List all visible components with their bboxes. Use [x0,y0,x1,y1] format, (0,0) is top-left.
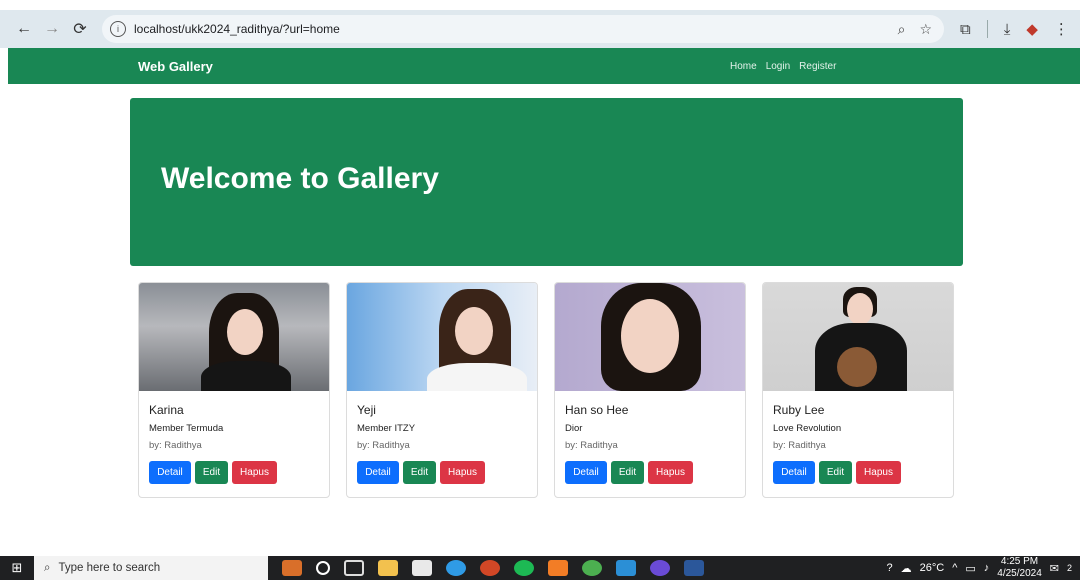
card-image [763,283,953,391]
delete-button[interactable]: Hapus [232,461,277,484]
detail-button[interactable]: Detail [357,461,399,484]
card-author: by: Radithya [773,440,826,451]
edge-icon[interactable] [446,560,466,576]
search-icon: ⌕ [44,561,51,574]
card-image [347,283,537,391]
network-icon[interactable]: ▭ [965,562,975,575]
image-face-shape [621,299,679,373]
edit-button[interactable]: Edit [195,461,228,484]
help-icon[interactable]: ? [886,562,892,574]
site-navbar: Web Gallery Home Login Register [8,48,1080,84]
forward-icon[interactable]: → [38,15,66,43]
windows-taskbar: ⊞ ⌕ Type here to search ? ☁ 26°C ^ ▭ ♪ 4… [0,556,1080,580]
spotify-icon[interactable] [514,560,534,576]
file-explorer-icon[interactable] [378,560,398,576]
windows-start-icon[interactable]: ⊞ [0,556,34,580]
back-icon[interactable]: ← [10,15,38,43]
word-icon[interactable] [684,560,704,576]
weather-icon[interactable]: ☁ [901,562,912,575]
edit-button[interactable]: Edit [611,461,644,484]
store-icon[interactable] [412,560,432,576]
detail-button[interactable]: Detail [149,461,191,484]
widget-icon[interactable] [282,560,302,576]
delete-button[interactable]: Hapus [856,461,901,484]
bookmark-star-icon[interactable]: ☆ [919,21,932,38]
hero-title: Welcome to Gallery [161,162,439,195]
extensions-icon[interactable]: ⧉ [960,21,971,38]
gallery-card: Yeji Member ITZY by: Radithya Detail Edi… [346,282,538,498]
chevron-up-icon[interactable]: ^ [952,562,957,574]
image-dog-print-shape [837,347,877,387]
card-image [139,283,329,391]
cortana-icon[interactable] [316,561,330,575]
volume-icon[interactable]: ♪ [984,562,990,574]
card-title: Han so Hee [565,403,629,417]
card-title: Yeji [357,403,376,417]
clock[interactable]: 4:25 PM 4/25/2024 [997,556,1042,580]
image-face-shape [847,293,873,325]
zoom-icon[interactable]: ⌕ [898,21,906,38]
card-title: Karina [149,403,184,417]
xampp-icon[interactable] [548,560,568,576]
address-bar[interactable]: i localhost/ukk2024_radithya/?url=home ⌕… [102,15,944,43]
hero-banner: Welcome to Gallery [130,98,963,266]
clock-time: 4:25 PM [1000,556,1039,567]
chrome-icon[interactable] [582,560,602,576]
delete-button[interactable]: Hapus [648,461,693,484]
vscode-icon[interactable] [616,560,636,576]
delete-button[interactable]: Hapus [440,461,485,484]
card-title: Ruby Lee [773,403,825,417]
card-subtitle: Member Termuda [149,423,224,434]
reload-icon[interactable]: ⟳ [66,15,94,43]
card-image [555,283,745,391]
powerpoint-icon[interactable] [480,560,500,576]
download-icon[interactable]: ⤓ [1004,21,1011,38]
notification-icon[interactable]: ✉ [1050,562,1059,575]
card-author: by: Radithya [565,440,618,451]
card-subtitle: Member ITZY [357,423,416,434]
task-view-icon[interactable] [344,560,364,576]
extension-shield-icon[interactable]: ◆ [1026,20,1038,38]
edit-button[interactable]: Edit [403,461,436,484]
card-author: by: Radithya [149,440,202,451]
browser-top-strip [0,0,1080,10]
image-face-shape [455,307,493,355]
github-icon[interactable] [650,560,670,576]
temperature-text: 26°C [919,562,945,574]
image-face-shape [227,309,263,355]
gallery-cards: Karina Member Termuda by: Radithya Detai… [138,282,954,498]
clock-date: 4/25/2024 [997,568,1042,579]
edit-button[interactable]: Edit [819,461,852,484]
taskbar-search[interactable]: ⌕ Type here to search [34,556,268,580]
notification-count: 2 [1066,563,1072,573]
toolbar-divider [986,20,988,38]
nav-links: Home Login Register [730,61,836,72]
nav-register[interactable]: Register [799,61,836,72]
gallery-card: Karina Member Termuda by: Radithya Detai… [138,282,330,498]
card-subtitle: Love Revolution [773,423,842,434]
image-shirt-shape [201,361,291,391]
taskbar-search-placeholder: Type here to search [58,562,161,574]
url-text: localhost/ukk2024_radithya/?url=home [134,22,340,36]
image-shirt-shape [427,363,527,391]
menu-kebab-icon[interactable]: ⋮ [1054,20,1069,38]
card-author: by: Radithya [357,440,410,451]
detail-button[interactable]: Detail [773,461,815,484]
detail-button[interactable]: Detail [565,461,607,484]
nav-login[interactable]: Login [766,61,790,72]
browser-toolbar: ← → ⟳ i localhost/ukk2024_radithya/?url=… [0,10,1080,48]
card-subtitle: Dior [565,423,583,434]
brand-link[interactable]: Web Gallery [138,59,213,74]
gallery-card: Han so Hee Dior by: Radithya Detail Edit… [554,282,746,498]
nav-home[interactable]: Home [730,61,757,72]
gallery-card: Ruby Lee Love Revolution by: Radithya De… [762,282,954,498]
site-info-icon[interactable]: i [110,21,126,37]
